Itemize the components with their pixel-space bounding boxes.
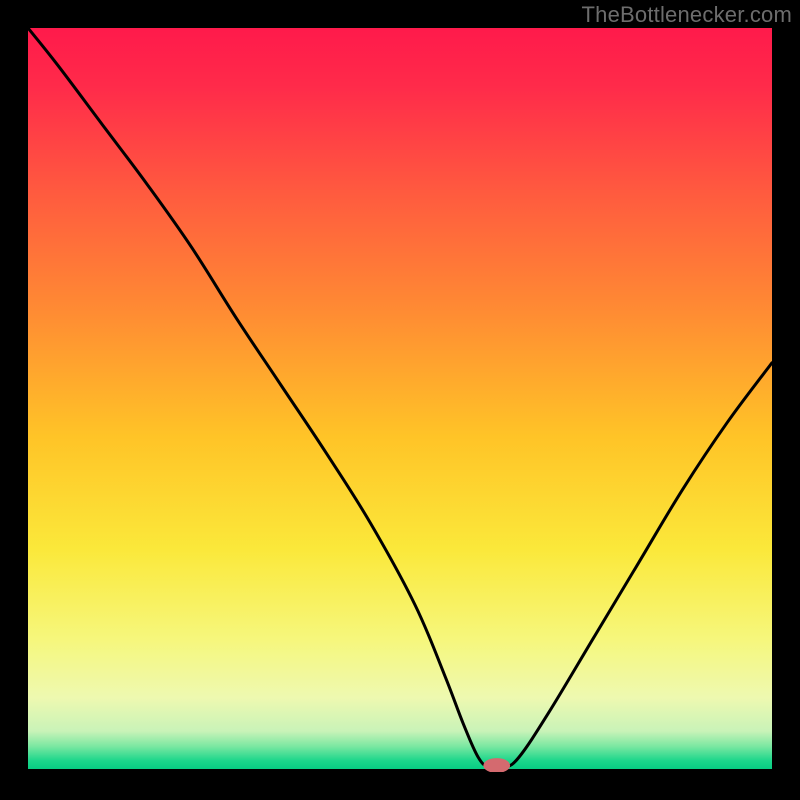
gradient-background: [28, 28, 772, 772]
attribution-text: TheBottlenecker.com: [582, 2, 792, 28]
plot-frame: [28, 28, 772, 772]
bottleneck-chart: [28, 28, 772, 772]
plot-inner: [28, 28, 772, 772]
chart-stage: TheBottlenecker.com: [0, 0, 800, 800]
